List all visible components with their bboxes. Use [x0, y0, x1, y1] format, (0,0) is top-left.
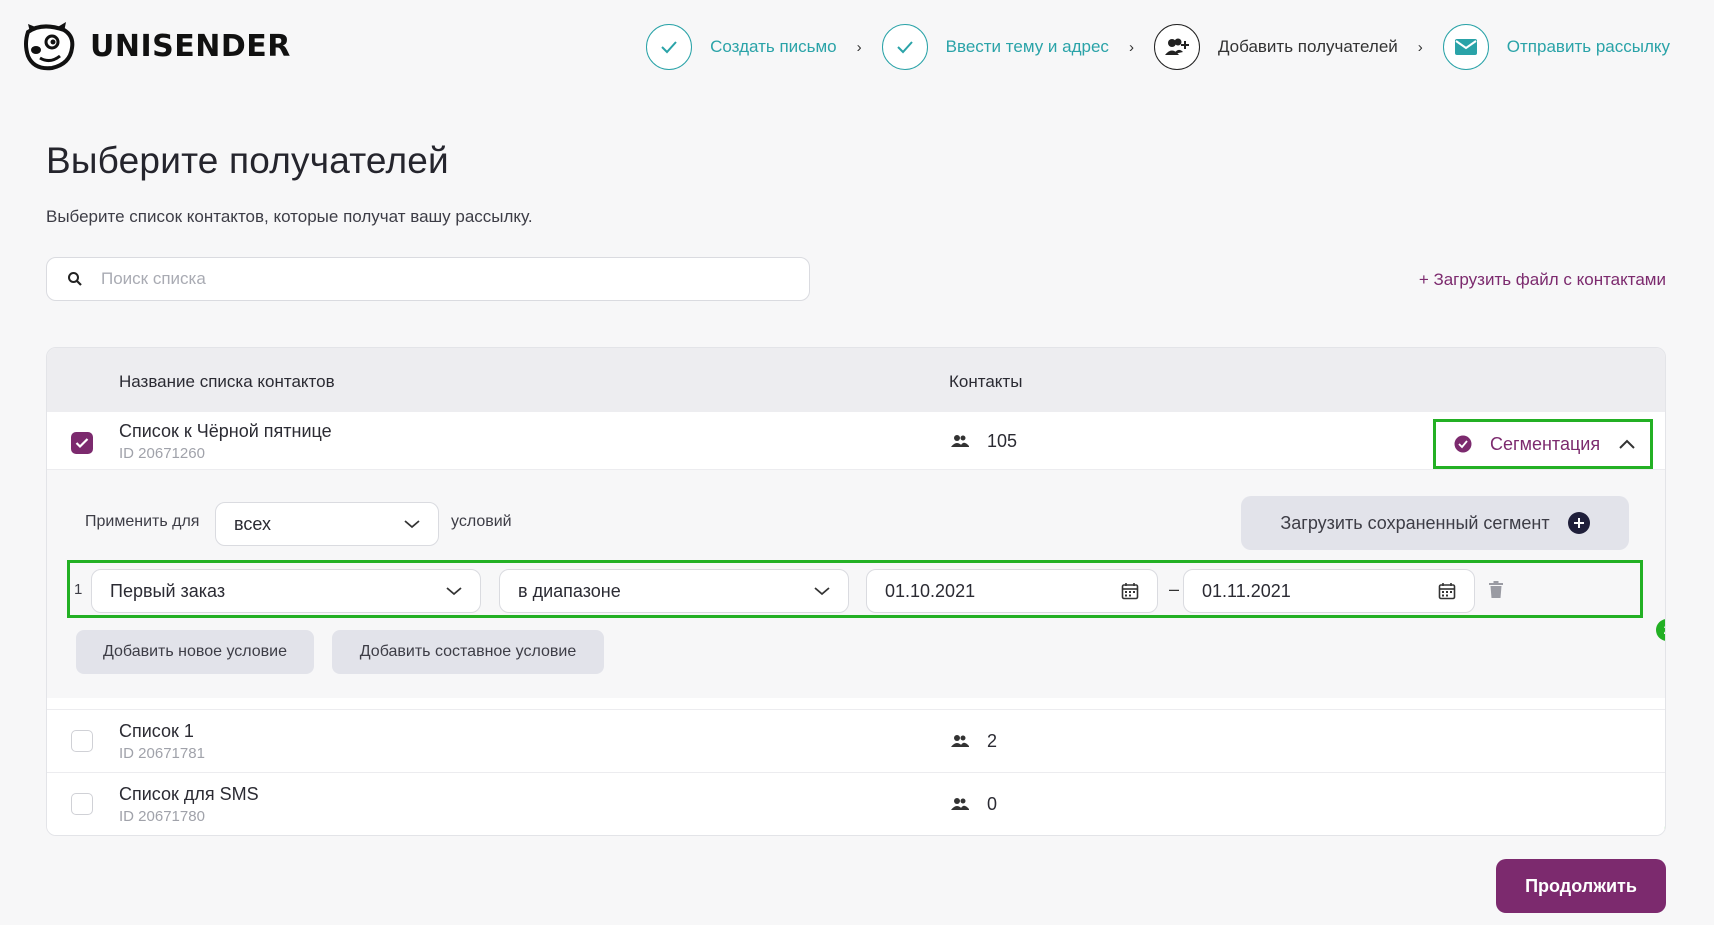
- wizard-stepper: Создать письмо › Ввести тему и адрес › Д…: [646, 24, 1670, 70]
- calendar-icon[interactable]: [1121, 582, 1139, 600]
- chevron-right-icon: ›: [1417, 38, 1423, 56]
- step-label: Добавить получателей: [1217, 37, 1398, 56]
- chevron-right-icon: ›: [1128, 38, 1134, 56]
- segmentation-panel: Применить для всех условий Загрузить сох…: [47, 469, 1665, 698]
- range-separator: –: [1169, 579, 1180, 599]
- column-header-contacts: Контакты: [949, 372, 1023, 391]
- logo[interactable]: UNISENDER: [22, 20, 291, 72]
- dog-logo-icon: [24, 22, 75, 71]
- condition-row: 1 Первый заказ в диапазоне 01.10.2021 –: [67, 560, 1643, 618]
- calendar-icon[interactable]: [1438, 582, 1456, 600]
- load-saved-segment-label: Загрузить сохраненный сегмент: [1280, 512, 1550, 533]
- contacts-count: 105: [987, 431, 1018, 451]
- chevron-up-icon: [1619, 439, 1635, 449]
- column-header-name: Название списка контактов: [119, 372, 335, 391]
- page-subtitle: Выберите список контактов, которые получ…: [46, 207, 533, 226]
- conditions-label: условий: [451, 513, 512, 530]
- table-header: Название списка контактов Контакты: [47, 348, 1665, 412]
- users-icon: [951, 735, 969, 747]
- add-condition-button[interactable]: Добавить новое условие: [76, 630, 314, 674]
- apply-for-value: всех: [234, 513, 271, 534]
- step-create-letter[interactable]: Создать письмо: [646, 24, 837, 70]
- step-subject-address[interactable]: Ввести тему и адрес: [881, 24, 1109, 70]
- chevron-down-icon: [404, 520, 420, 529]
- continue-button[interactable]: Продолжить: [1496, 859, 1666, 913]
- contacts-count: 0: [987, 794, 998, 814]
- search-box: [46, 257, 810, 301]
- condition-field-select[interactable]: Первый заказ: [91, 569, 481, 613]
- check-circle-icon: [1454, 435, 1472, 453]
- table-row[interactable]: Список 1 ID 20671781 2: [47, 709, 1665, 772]
- segmentation-label: Сегментация: [1490, 433, 1601, 454]
- apply-for-label: Применить для: [85, 513, 200, 530]
- date-from-value: 01.10.2021: [885, 580, 976, 601]
- date-to-value: 01.11.2021: [1202, 580, 1291, 601]
- step-label: Создать письмо: [710, 37, 837, 56]
- chevron-down-icon: [814, 587, 830, 596]
- row-checkbox[interactable]: [71, 730, 93, 752]
- contact-lists-table: Название списка контактов Контакты Списо…: [46, 347, 1666, 836]
- list-id: ID 20671780: [119, 808, 205, 825]
- check-icon: [646, 24, 693, 70]
- upload-contacts-link[interactable]: + Загрузить файл с контактами: [1419, 270, 1666, 290]
- chevron-right-icon: ›: [856, 38, 862, 56]
- list-id: ID 20671260: [119, 445, 205, 462]
- condition-operator-value: в диапазоне: [518, 580, 621, 601]
- brand-name: UNISENDER: [90, 28, 291, 64]
- users-icon: [951, 798, 969, 810]
- condition-operator-select[interactable]: в диапазоне: [499, 569, 849, 613]
- date-from-field[interactable]: 01.10.2021: [866, 569, 1158, 613]
- list-id: ID 20671781: [119, 745, 205, 762]
- row-checkbox[interactable]: [71, 432, 93, 454]
- list-name: Список для SMS: [119, 784, 259, 804]
- row-checkbox[interactable]: [71, 793, 93, 815]
- step-add-recipients[interactable]: Добавить получателей: [1153, 24, 1398, 70]
- add-user-icon: [1153, 24, 1200, 70]
- apply-for-select[interactable]: всех: [215, 502, 439, 546]
- trash-icon[interactable]: [1488, 581, 1504, 599]
- search-icon: [68, 272, 82, 286]
- users-icon: [951, 435, 969, 447]
- list-name: Список к Чёрной пятнице: [119, 421, 332, 441]
- chevron-down-icon: [446, 587, 462, 596]
- plus-circle-icon: [1567, 512, 1590, 534]
- check-icon: [75, 438, 89, 449]
- list-name: Список 1: [119, 721, 194, 741]
- step-label: Ввести тему и адрес: [945, 37, 1109, 56]
- envelope-icon: [1442, 24, 1489, 70]
- date-to-field[interactable]: 01.11.2021: [1183, 569, 1475, 613]
- table-row[interactable]: Список для SMS ID 20671780 0: [47, 772, 1665, 835]
- page-title: Выберите получателей: [46, 140, 449, 181]
- step-label: Отправить рассылку: [1506, 37, 1670, 56]
- step-send[interactable]: Отправить рассылку: [1442, 24, 1670, 70]
- add-compound-condition-button[interactable]: Добавить составное условие: [332, 630, 604, 674]
- contacts-count: 2: [987, 731, 998, 751]
- segmentation-toggle[interactable]: Сегментация: [1433, 419, 1653, 469]
- condition-field-value: Первый заказ: [110, 580, 226, 601]
- table-row[interactable]: Список к Чёрной пятнице ID 20671260 105 …: [47, 412, 1665, 469]
- check-icon: [881, 24, 928, 70]
- load-saved-segment-button[interactable]: Загрузить сохраненный сегмент: [1241, 496, 1629, 550]
- condition-index: 1: [74, 581, 83, 598]
- search-input[interactable]: [101, 269, 741, 289]
